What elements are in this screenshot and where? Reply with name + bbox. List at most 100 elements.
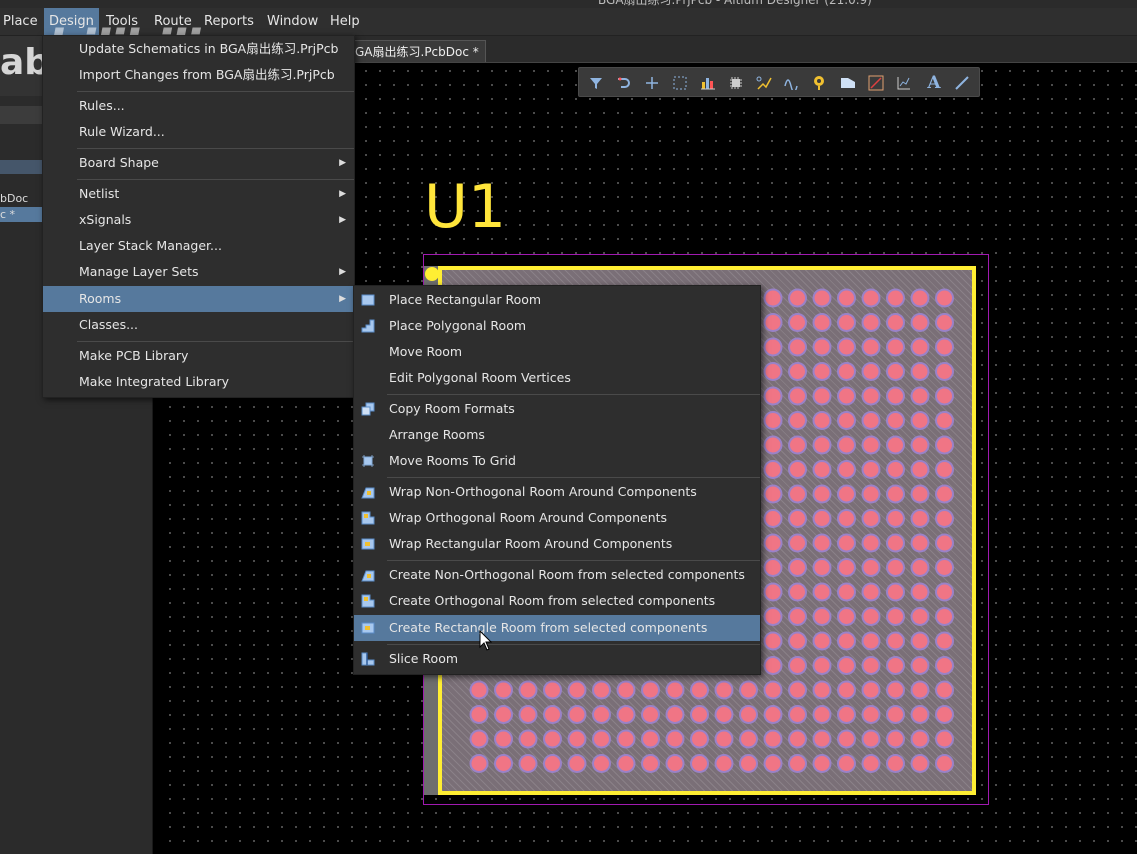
bga-pad[interactable] [814, 339, 830, 355]
bga-pad[interactable] [765, 633, 781, 649]
bga-pad[interactable] [863, 633, 879, 649]
bga-pad[interactable] [814, 437, 830, 453]
bga-pad[interactable] [888, 682, 903, 698]
bga-pad[interactable] [667, 731, 683, 747]
menu-item-wrap-orthogonal-room[interactable]: Wrap Orthogonal Room Around Components [354, 505, 760, 531]
bga-pad[interactable] [937, 462, 952, 477]
bga-pad[interactable] [765, 290, 781, 306]
menu-item-slice-room[interactable]: Slice Room [354, 646, 760, 672]
bga-pad[interactable] [765, 560, 781, 575]
bga-pad[interactable] [790, 756, 805, 771]
bga-pad[interactable] [741, 682, 756, 698]
bga-pad[interactable] [569, 731, 585, 747]
bga-pad[interactable] [814, 633, 830, 649]
bga-pad[interactable] [643, 731, 658, 747]
menu-item-create-non-orthogonal-room[interactable]: Create Non-Orthogonal Room from selected… [354, 562, 760, 588]
bga-pad[interactable] [790, 609, 805, 624]
menu-item-classes[interactable]: Classes... [43, 312, 354, 338]
bga-pad[interactable] [863, 462, 879, 477]
bga-pad[interactable] [790, 731, 805, 747]
bga-pad[interactable] [545, 756, 560, 771]
bga-pad[interactable] [496, 682, 511, 698]
bga-pad[interactable] [912, 462, 928, 477]
bga-pad[interactable] [888, 339, 903, 355]
bga-pad[interactable] [667, 682, 683, 698]
bga-pad[interactable] [888, 560, 903, 575]
bga-pad[interactable] [937, 535, 952, 551]
bga-pad[interactable] [937, 633, 952, 649]
bga-pad[interactable] [765, 315, 781, 330]
bga-pad[interactable] [765, 388, 781, 404]
bga-pad[interactable] [667, 756, 683, 771]
bga-pad[interactable] [790, 388, 805, 404]
bga-pad[interactable] [471, 756, 487, 771]
bga-pad[interactable] [692, 707, 707, 722]
bga-pad[interactable] [765, 756, 781, 771]
bga-pad[interactable] [496, 707, 511, 722]
bga-pad[interactable] [618, 756, 634, 771]
bga-pad[interactable] [618, 707, 634, 722]
menu-item-place-polygonal-room[interactable]: Place Polygonal Room [354, 313, 760, 339]
bga-pad[interactable] [814, 511, 830, 526]
bga-pad[interactable] [814, 388, 830, 404]
bga-pad[interactable] [839, 290, 854, 306]
bga-pad[interactable] [912, 413, 928, 428]
bga-pad[interactable] [863, 584, 879, 600]
bga-pad[interactable] [912, 535, 928, 551]
bga-pad[interactable] [888, 462, 903, 477]
bga-pad[interactable] [790, 658, 805, 673]
menu-item-xsignals[interactable]: xSignals ▶ [43, 207, 354, 233]
bga-pad[interactable] [790, 707, 805, 722]
bga-pad[interactable] [912, 315, 928, 330]
chart-icon[interactable] [697, 72, 719, 94]
bga-pad[interactable] [814, 560, 830, 575]
menu-item-rules[interactable]: Rules... [43, 93, 354, 119]
bga-pad[interactable] [741, 756, 756, 771]
bga-pad[interactable] [471, 731, 487, 747]
bga-pad[interactable] [839, 756, 854, 771]
bga-pad[interactable] [790, 535, 805, 551]
bga-pad[interactable] [912, 290, 928, 306]
bga-pad[interactable] [888, 511, 903, 526]
bga-pad[interactable] [863, 731, 879, 747]
bga-pad[interactable] [839, 462, 854, 477]
bga-pad[interactable] [716, 682, 732, 698]
bga-pad[interactable] [765, 339, 781, 355]
bga-pad[interactable] [863, 707, 879, 722]
bga-pad[interactable] [790, 315, 805, 330]
menu-item-create-orthogonal-room[interactable]: Create Orthogonal Room from selected com… [354, 588, 760, 614]
select-rect-icon[interactable] [669, 72, 691, 94]
bga-pad[interactable] [716, 707, 732, 722]
bga-pad[interactable] [594, 756, 609, 771]
bga-pad[interactable] [912, 339, 928, 355]
bga-pad[interactable] [520, 682, 536, 698]
bga-pad[interactable] [912, 731, 928, 747]
bga-pad[interactable] [888, 364, 903, 379]
menu-item-manage-layer-sets[interactable]: Manage Layer Sets ▶ [43, 259, 354, 285]
bga-pad[interactable] [765, 486, 781, 502]
menu-item-edit-polygonal-room-vertices[interactable]: Edit Polygonal Room Vertices [354, 365, 760, 391]
bga-pad[interactable] [839, 511, 854, 526]
bga-pad[interactable] [863, 535, 879, 551]
menu-item-copy-room-formats[interactable]: Copy Room Formats [354, 396, 760, 422]
bga-pad[interactable] [692, 731, 707, 747]
bga-pad[interactable] [912, 560, 928, 575]
bga-pad[interactable] [839, 633, 854, 649]
menu-item-place-rectangular-room[interactable]: Place Rectangular Room [354, 287, 760, 313]
bga-pad[interactable] [937, 682, 952, 698]
bga-pad[interactable] [863, 290, 879, 306]
bga-pad[interactable] [643, 707, 658, 722]
fill-icon[interactable] [837, 72, 859, 94]
bga-pad[interactable] [643, 756, 658, 771]
bga-pad[interactable] [839, 339, 854, 355]
bga-pad[interactable] [937, 364, 952, 379]
bga-pad[interactable] [912, 682, 928, 698]
bga-pad[interactable] [888, 535, 903, 551]
bga-pad[interactable] [618, 682, 634, 698]
bga-pad[interactable] [814, 486, 830, 502]
bga-pad[interactable] [790, 413, 805, 428]
menu-item-move-room[interactable]: Move Room [354, 339, 760, 365]
bga-pad[interactable] [814, 413, 830, 428]
menu-item-create-rectangle-room[interactable]: Create Rectangle Room from selected comp… [354, 615, 760, 641]
bga-pad[interactable] [765, 731, 781, 747]
